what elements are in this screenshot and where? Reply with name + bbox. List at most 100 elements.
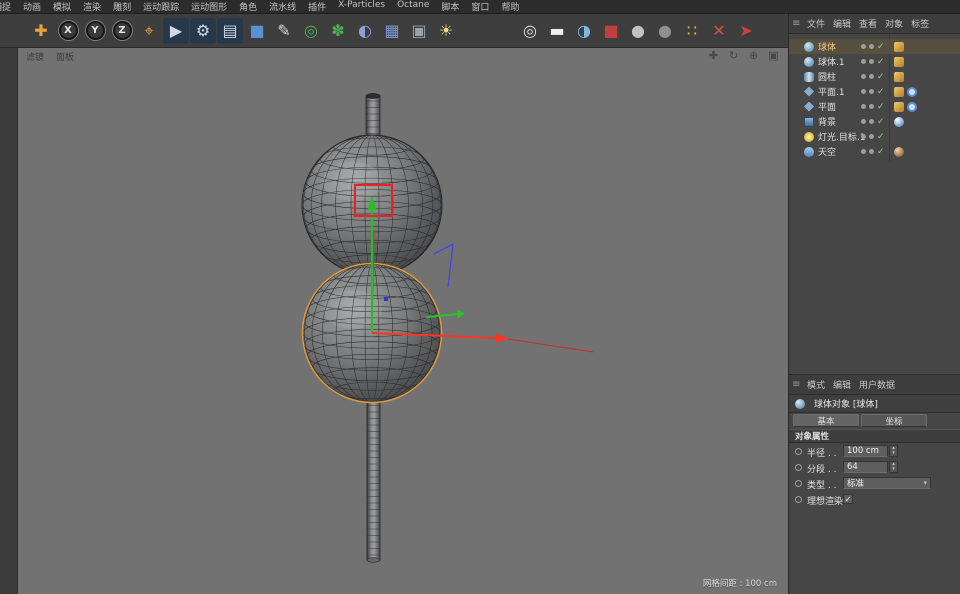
menubar-item[interactable]: 运动跟踪	[137, 0, 185, 13]
compositing-tag-icon[interactable]	[907, 102, 917, 112]
editor-visibility-dot[interactable]	[861, 119, 866, 124]
editor-visibility-dot[interactable]	[861, 149, 866, 154]
viewport-menu-filter[interactable]: 滤镜	[26, 50, 44, 63]
object-row[interactable]: 背景	[789, 114, 960, 129]
keyframe-circle-icon[interactable]	[795, 480, 802, 487]
render-settings-button[interactable]: ⚙	[190, 18, 216, 44]
render-visibility-dot[interactable]	[869, 89, 874, 94]
editor-visibility-dot[interactable]	[861, 59, 866, 64]
left-tool-strip[interactable]	[0, 48, 18, 594]
enabled-check-icon[interactable]	[877, 102, 885, 112]
render-visibility-dot[interactable]	[869, 44, 874, 49]
object-manager-menu-item[interactable]: 文件	[803, 17, 829, 30]
editor-visibility-dot[interactable]	[861, 74, 866, 79]
radius-input[interactable]: 100 cm	[843, 445, 888, 457]
enabled-check-icon[interactable]	[877, 72, 885, 82]
display-mode-gouraud-button[interactable]: ●	[625, 18, 651, 44]
enabled-check-icon[interactable]	[877, 87, 885, 97]
editor-visibility-dot[interactable]	[861, 44, 866, 49]
editor-visibility-dot[interactable]	[861, 134, 866, 139]
menubar-item[interactable]: 窗口	[465, 0, 495, 13]
render-view-button[interactable]: ▶	[163, 18, 189, 44]
light-object-button[interactable]: ☀	[433, 18, 459, 44]
display-mode-lines-button[interactable]: ●	[652, 18, 678, 44]
menubar-item[interactable]: 模拟	[47, 0, 77, 13]
attribute-menu-item[interactable]: 模式	[803, 378, 829, 391]
keyframe-circle-icon[interactable]	[795, 448, 802, 455]
type-dropdown[interactable]: 标准	[843, 477, 931, 489]
menubar-item[interactable]: 运动图形	[185, 0, 233, 13]
viewport-menu-panel[interactable]: 面板	[56, 50, 74, 63]
segments-spinner[interactable]	[889, 461, 898, 473]
editor-visibility-dot[interactable]	[861, 104, 866, 109]
menubar-item[interactable]: 渲染	[77, 0, 107, 13]
autokey-button[interactable]: ◑	[571, 18, 597, 44]
coordinate-system-button[interactable]: ⌖	[136, 18, 162, 44]
object-row[interactable]: 天空	[789, 144, 960, 159]
record-keyframe-button[interactable]: ◎	[517, 18, 543, 44]
spin-down-icon[interactable]	[892, 451, 895, 456]
enabled-check-icon[interactable]	[877, 132, 885, 142]
object-manager-menu-item[interactable]: 对象	[881, 17, 907, 30]
editor-visibility-dot[interactable]	[861, 89, 866, 94]
render-visibility-dot[interactable]	[869, 59, 874, 64]
object-row[interactable]: 灯光.目标.1	[789, 129, 960, 144]
move-tool-button[interactable]: ✚	[28, 18, 54, 44]
enabled-check-icon[interactable]	[877, 147, 885, 157]
tab-basic[interactable]: 基本	[793, 414, 859, 427]
lock-y-axis-button[interactable]: Y	[82, 18, 108, 44]
menubar-item[interactable]: 角色	[233, 0, 263, 13]
render-queue-button[interactable]: ▤	[217, 18, 243, 44]
cube-primitive-button[interactable]: ■	[244, 18, 270, 44]
workplane-pointer-button[interactable]: ➤	[733, 18, 759, 44]
material-tag-sky-icon[interactable]	[894, 117, 904, 127]
tab-coordinates[interactable]: 坐标	[861, 414, 927, 427]
render-visibility-dot[interactable]	[869, 134, 874, 139]
render-camera-button[interactable]: ■	[598, 18, 624, 44]
phong-tag-icon[interactable]	[894, 87, 904, 97]
menubar-item[interactable]: 脚本	[435, 0, 465, 13]
generator-button[interactable]: ◎	[298, 18, 324, 44]
snap-points-button[interactable]: ∷	[679, 18, 705, 44]
object-manager-menu-item[interactable]: 标签	[907, 17, 933, 30]
section-object-properties[interactable]: 对象属性	[789, 429, 960, 443]
pen-spline-button[interactable]: ✎	[271, 18, 297, 44]
menubar-item[interactable]: 动画	[17, 0, 47, 13]
segments-input[interactable]: 64	[843, 461, 888, 473]
panel-menu-icon[interactable]	[792, 18, 803, 29]
menubar-item[interactable]: 插件	[302, 0, 332, 13]
menubar-item[interactable]: 帮助	[495, 0, 525, 13]
camera-object-button[interactable]: ▣	[406, 18, 432, 44]
keyframe-circle-icon[interactable]	[795, 464, 802, 471]
menubar-item[interactable]: 流水线	[263, 0, 302, 13]
object-row[interactable]: 球体	[789, 39, 960, 54]
menubar-item[interactable]: 捕捉	[0, 0, 17, 13]
object-row[interactable]: 球体.1	[789, 54, 960, 69]
phong-tag-icon[interactable]	[894, 57, 904, 67]
render-visibility-dot[interactable]	[869, 74, 874, 79]
clone-array-button[interactable]: ▦	[379, 18, 405, 44]
phong-tag-icon[interactable]	[894, 102, 904, 112]
object-row[interactable]: 圆柱	[789, 69, 960, 84]
render-perfect-checkbox[interactable]	[843, 494, 853, 504]
viewport-orbit-icon[interactable]: ↻	[727, 49, 740, 62]
axis-modify-button[interactable]: ✕	[706, 18, 732, 44]
enabled-check-icon[interactable]	[877, 117, 885, 127]
menubar-item[interactable]: X-Particles	[332, 0, 391, 13]
enabled-check-icon[interactable]	[877, 42, 885, 52]
phong-tag-icon[interactable]	[894, 42, 904, 52]
radius-spinner[interactable]	[889, 445, 898, 457]
menubar-item[interactable]: Octane	[391, 0, 435, 13]
attribute-menu-item[interactable]: 用户数据	[855, 378, 899, 391]
object-row[interactable]: 平面	[789, 99, 960, 114]
panel-menu-icon[interactable]	[792, 379, 803, 390]
render-visibility-dot[interactable]	[869, 149, 874, 154]
render-visibility-dot[interactable]	[869, 104, 874, 109]
spin-down-icon[interactable]	[892, 467, 895, 472]
material-tag-brown-icon[interactable]	[894, 147, 904, 157]
lock-x-axis-button[interactable]: X	[55, 18, 81, 44]
environment-object-button[interactable]: ◐	[352, 18, 378, 44]
menubar-item[interactable]: 雕刻	[107, 0, 137, 13]
deformer-button[interactable]: ✽	[325, 18, 351, 44]
attribute-menu-item[interactable]: 编辑	[829, 378, 855, 391]
